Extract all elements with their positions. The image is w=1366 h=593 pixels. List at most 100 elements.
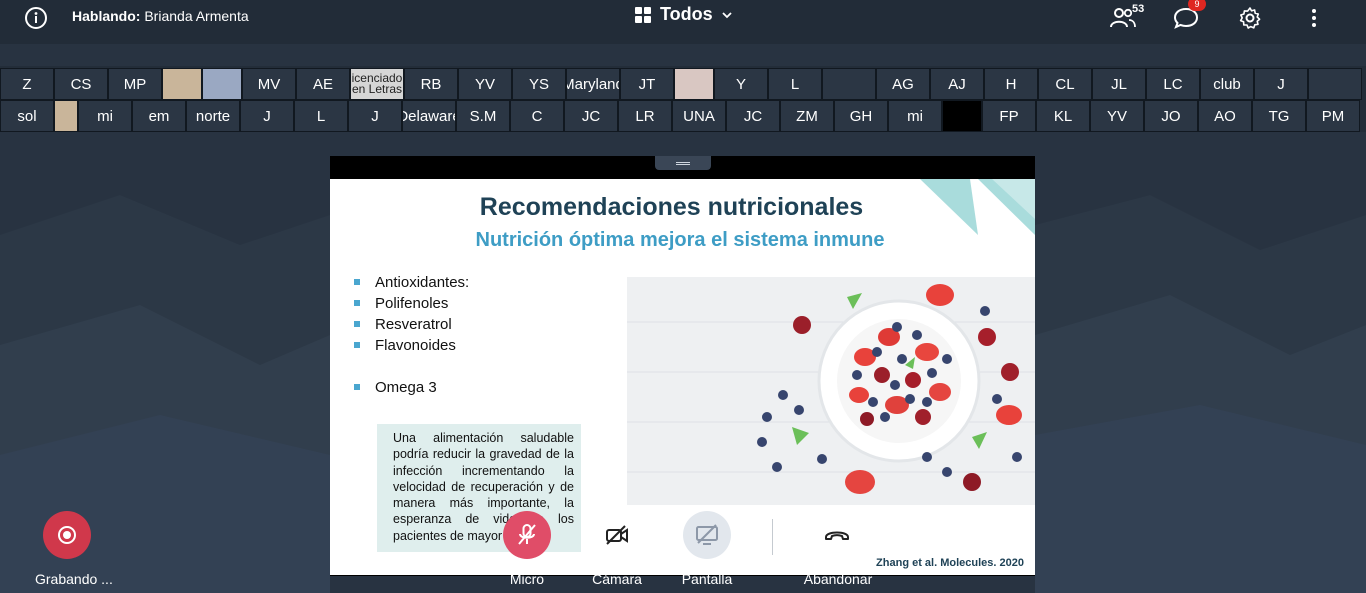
camera-off-icon <box>606 525 628 545</box>
webcam-strip: ZCSMPMVAEicenciado en LetrasRBYVYSMaryla… <box>0 66 1366 132</box>
webcam-tile[interactable]: MP <box>108 68 162 100</box>
webcam-tile[interactable]: club <box>1200 68 1254 100</box>
slide: Recomendaciones nutricionales Nutrición … <box>330 179 1035 575</box>
recording-label: Grabando ... <box>35 571 113 587</box>
webcam-tile[interactable] <box>162 68 202 100</box>
webcam-tile[interactable]: JC <box>564 100 618 132</box>
webcam-tile[interactable]: GH <box>834 100 888 132</box>
webcam-tile[interactable] <box>942 100 982 132</box>
webcam-tile[interactable] <box>822 68 876 100</box>
webcam-tile[interactable]: mi <box>888 100 942 132</box>
webcam-tile[interactable]: sol <box>0 100 54 132</box>
webcam-tile[interactable]: S.M <box>456 100 510 132</box>
webcam-tile[interactable]: UNA <box>672 100 726 132</box>
webcam-tile[interactable]: norte <box>186 100 240 132</box>
webcam-tile[interactable]: J <box>348 100 402 132</box>
chat-unread-badge: 9 <box>1188 0 1206 11</box>
webcam-tile[interactable]: AE <box>296 68 350 100</box>
webcam-tile[interactable]: AG <box>876 68 930 100</box>
grid-icon <box>635 6 651 23</box>
top-bar: Hablando: Brianda Armenta Todos 53 9 <box>0 0 1366 44</box>
mic-label: Micro <box>509 571 545 587</box>
more-options-button[interactable] <box>1299 4 1329 32</box>
leave-label: Abandonar <box>803 571 873 587</box>
webcam-tile[interactable]: ZM <box>780 100 834 132</box>
webcam-tile[interactable]: YV <box>458 68 512 100</box>
leave-button[interactable] <box>813 511 861 559</box>
talking-indicator: Hablando: Brianda Armenta <box>72 8 249 24</box>
talking-label: Hablando: <box>72 8 141 24</box>
hang-up-icon <box>825 531 849 540</box>
webcam-tile[interactable]: JT <box>620 68 674 100</box>
webcam-tile[interactable]: LC <box>1146 68 1200 100</box>
camera-button[interactable] <box>593 511 641 559</box>
view-label: Todos <box>660 4 713 24</box>
gear-icon <box>1239 7 1261 29</box>
webcam-tile[interactable]: AJ <box>930 68 984 100</box>
webcam-tile[interactable] <box>54 100 78 132</box>
slide-title: Recomendaciones nutricionales <box>479 193 864 221</box>
presentation-area: Recomendaciones nutricionales Nutrición … <box>330 156 1035 576</box>
recording-button[interactable] <box>43 511 91 559</box>
webcam-tile[interactable]: JC <box>726 100 780 132</box>
webcam-tile[interactable]: MV <box>242 68 296 100</box>
webcam-tile[interactable] <box>1308 68 1362 100</box>
webcam-tile[interactable]: J <box>240 100 294 132</box>
webcam-tile[interactable]: FP <box>982 100 1036 132</box>
slide-bullet-list: Antioxidantes: Polifenoles Resveratrol F… <box>352 274 469 400</box>
info-icon[interactable] <box>24 6 48 30</box>
settings-button[interactable] <box>1235 4 1265 32</box>
webcam-tile[interactable]: L <box>768 68 822 100</box>
webcam-tile[interactable]: AO <box>1198 100 1252 132</box>
webcam-tile[interactable]: CL <box>1038 68 1092 100</box>
webcam-tile[interactable]: L <box>294 100 348 132</box>
webcam-tile[interactable]: YV <box>1090 100 1144 132</box>
webcam-tile[interactable]: PM <box>1306 100 1360 132</box>
webcam-tile[interactable]: C <box>510 100 564 132</box>
chat-button[interactable]: 9 <box>1171 0 1206 32</box>
screen-share-button[interactable] <box>683 511 731 559</box>
participants-button[interactable]: 53 <box>1108 3 1144 32</box>
view-switch-dropdown[interactable]: Todos <box>634 4 733 25</box>
webcam-tile[interactable] <box>202 68 242 100</box>
bullet-item: Flavonoides <box>352 337 469 358</box>
camera-label: Cámara <box>592 571 642 587</box>
webcam-tile[interactable]: YS <box>512 68 566 100</box>
webcam-tile[interactable]: Z <box>0 68 54 100</box>
presentation-resize-handle[interactable] <box>655 156 711 170</box>
webcam-tile[interactable] <box>674 68 714 100</box>
webcam-row-2: solmiemnorteJLJDelawareS.MCJCLRUNAJCZMGH… <box>0 100 1360 132</box>
webcam-tile[interactable]: Delaware <box>402 100 456 132</box>
mic-off-icon <box>518 524 536 545</box>
webcam-tile[interactable]: em <box>132 100 186 132</box>
webcam-tile[interactable]: Y <box>714 68 768 100</box>
talking-name: Brianda Armenta <box>144 8 249 24</box>
controls-divider <box>772 519 773 555</box>
webcam-tile[interactable]: mi <box>78 100 132 132</box>
webcam-row-1: ZCSMP MVAEicenciado en LetrasRBYVYSMaryla… <box>0 68 1362 100</box>
webcam-tile[interactable]: KL <box>1036 100 1090 132</box>
bullet-item: Antioxidantes: <box>352 274 469 295</box>
screen-share-off-icon <box>696 524 718 545</box>
webcam-tile[interactable]: JL <box>1092 68 1146 100</box>
webcam-tile[interactable]: H <box>984 68 1038 100</box>
webcam-tile[interactable]: icenciado en Letras <box>350 68 404 100</box>
webcam-tile[interactable]: TG <box>1252 100 1306 132</box>
slide-subtitle: Nutrición óptima mejora el sistema inmun… <box>475 229 885 251</box>
webcam-tile[interactable]: CS <box>54 68 108 100</box>
bullet-item: Polifenoles <box>352 295 469 316</box>
participants-count: 53 <box>1132 3 1145 15</box>
webcam-tile[interactable]: RB <box>404 68 458 100</box>
bullet-item: Omega 3 <box>352 379 469 400</box>
more-vertical-icon <box>1312 9 1316 27</box>
slide-citation: Zhang et al. Molecules. 2020 <box>876 557 1024 569</box>
webcam-tile[interactable]: Maryland <box>566 68 620 100</box>
mic-button[interactable] <box>503 511 551 559</box>
webcam-tile[interactable]: J <box>1254 68 1308 100</box>
screen-share-label: Pantalla <box>681 571 733 587</box>
bullet-item: Resveratrol <box>352 316 469 337</box>
webcam-tile[interactable]: LR <box>618 100 672 132</box>
fruit-bowl-image <box>627 277 1035 505</box>
webcam-tile[interactable]: JO <box>1144 100 1198 132</box>
chevron-down-icon <box>722 11 732 18</box>
